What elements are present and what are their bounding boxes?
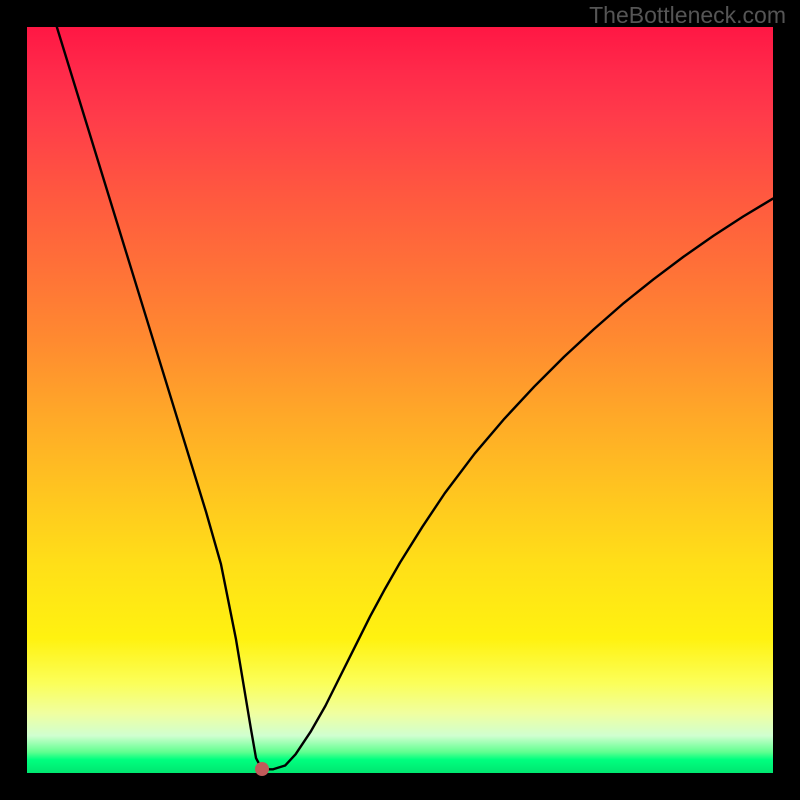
curve-path: [57, 27, 773, 769]
bottleneck-curve: [27, 27, 773, 773]
minimum-marker: [255, 762, 269, 776]
plot-area: [27, 27, 773, 773]
chart-container: TheBottleneck.com: [0, 0, 800, 800]
watermark-text: TheBottleneck.com: [589, 2, 786, 29]
